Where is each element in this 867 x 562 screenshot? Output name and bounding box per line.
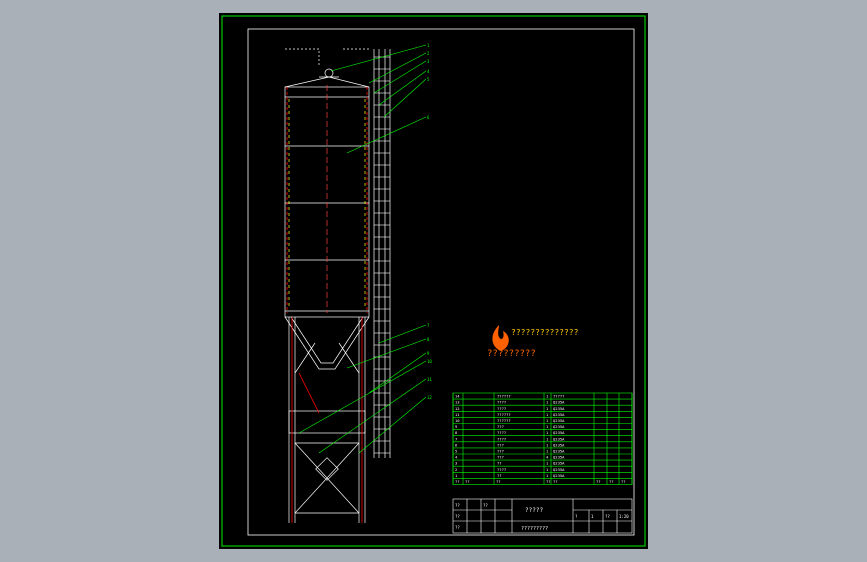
bom-row-no: 8	[455, 430, 458, 435]
drawing-title: ?????	[525, 507, 543, 514]
silo-elevation	[284, 48, 391, 523]
bom-row-name: ??????	[497, 412, 511, 417]
bom-header-cell: ??	[496, 479, 501, 484]
bom-row-material: Q235A	[553, 418, 565, 423]
part-balloon: 6	[427, 115, 430, 120]
bom-row-qty: 1	[546, 430, 549, 435]
bom-row-name: ??	[497, 461, 502, 466]
bom-row-qty: 1	[546, 418, 549, 423]
scale-label: ??	[605, 514, 610, 519]
bom-row-no: 4	[455, 455, 458, 460]
bom-row-no: 11	[455, 412, 460, 417]
part-balloon: 11	[427, 377, 432, 382]
bom-row-qty: 1	[546, 436, 549, 441]
bom-row-name: ????	[497, 436, 506, 441]
logo-text: ??????????????	[511, 328, 579, 337]
part-balloon: 4	[427, 69, 430, 74]
part-balloon: 10	[427, 359, 432, 364]
company-name: ?????????	[521, 526, 548, 532]
bom-row-no: 3	[455, 461, 457, 466]
bom-row-no: 1	[455, 473, 458, 478]
bom-header-cell: ??	[621, 479, 626, 484]
drawing-sheet: 1 2 3 4 5 6 7 8 9 10 11 12 ?????????????? ?????????…	[219, 13, 648, 549]
bom-row-material: Q235A	[553, 449, 565, 454]
bom-row-name: ????	[497, 467, 506, 472]
leader-lines	[298, 44, 427, 454]
bom-header-cell: ??	[455, 479, 460, 484]
part-balloon: 5	[427, 77, 430, 82]
bom-row-material: Q235A	[553, 400, 565, 405]
bom-header-cell: ??	[553, 479, 558, 484]
part-balloon: 7	[427, 323, 430, 328]
bom-row-qty: 1	[546, 449, 549, 454]
bom-row-no: 13	[455, 400, 460, 405]
bom-row-no: 10	[455, 418, 460, 423]
bom-row-material: ?????	[553, 394, 564, 399]
bom-row-name: ????	[497, 400, 506, 405]
bom-row-material: Q235A	[553, 467, 565, 472]
ladder-rungs	[374, 56, 390, 454]
part-balloon: 3	[427, 59, 430, 64]
bom-row-name: ???	[497, 442, 504, 447]
bom-row-material: Q235A	[553, 473, 565, 478]
bom-row-name: ????	[497, 430, 506, 435]
bom-table: 14?????? 1 ?????13???? 1 Q235A12???? 1 Q235A11…	[452, 392, 633, 485]
drawn-by-label: ??	[455, 503, 460, 508]
bom-row-qty: 1	[546, 412, 549, 417]
part-balloon: 9	[427, 351, 430, 356]
bom-row-material: Q235A	[553, 442, 565, 447]
bom-row-no: 14	[455, 394, 460, 399]
sheet-label: ?	[575, 514, 578, 519]
bom-row-material: Q235A	[553, 461, 565, 466]
bom-row-no: 9	[455, 424, 458, 429]
sheet-number: 1	[591, 514, 594, 519]
bom-header-cell: ??	[546, 479, 551, 484]
bom-row-no: 2	[455, 467, 457, 472]
bom-row-name: ??????	[497, 418, 511, 423]
bom-row-name: ??????	[497, 394, 511, 399]
bom-row-no: 7	[455, 436, 457, 441]
bom-row-no: 5	[455, 449, 457, 454]
bom-header-cell: ??	[465, 479, 470, 484]
bom-row-material: Q235A	[553, 406, 565, 411]
bom-row-material: Q235A	[553, 412, 565, 417]
bom-row-material: Q235A	[553, 430, 565, 435]
bom-row-qty: 1	[546, 400, 549, 405]
bom-row-name: ???	[497, 424, 504, 429]
bom-row-qty: 1	[546, 406, 549, 411]
flame-logo-icon	[492, 325, 509, 351]
hidden-lines	[288, 85, 366, 313]
checked-by-label: ??	[455, 514, 460, 519]
bom-row-no: 6	[455, 442, 458, 447]
bom-header-cell: ??	[609, 479, 614, 484]
bom-row-qty: 1	[546, 394, 549, 399]
part-balloon: 8	[427, 337, 430, 342]
scale-value: 1:20	[619, 514, 629, 519]
part-balloon: 2	[427, 51, 430, 56]
bom-row-material: Q235A	[553, 455, 565, 460]
logo-subtitle: ?????????	[487, 349, 536, 359]
bom-row-name: ???	[497, 455, 504, 460]
bom-row-qty: 4	[546, 455, 549, 460]
bom-row-material: Q235A	[553, 436, 565, 441]
bom-header-cell: ??	[596, 479, 601, 484]
bom-row-qty: 1	[546, 473, 549, 478]
approved-by-label: ??	[455, 525, 460, 530]
inner-border	[247, 28, 635, 536]
part-balloon: 1	[427, 43, 430, 48]
bom-row-qty: 1	[546, 424, 549, 429]
cad-drawing: 123456789101112 ?????????????? ?????????…	[221, 15, 646, 547]
bom-row-qty: 1	[546, 467, 549, 472]
part-balloon: 12	[427, 395, 432, 400]
balloon-labels: 123456789101112	[427, 43, 432, 400]
bom-row-no: 12	[455, 406, 460, 411]
bom-row-qty: 1	[546, 442, 549, 447]
date-label: ??	[483, 503, 488, 508]
bom-row-name: ????	[497, 406, 506, 411]
bom-row-name: ???	[497, 449, 504, 454]
bom-row-material: Q235A	[553, 424, 565, 429]
bom-row-name: ??	[497, 473, 502, 478]
logo: ?????????????? ?????????	[487, 325, 579, 359]
bom-row-qty: 1	[546, 461, 549, 466]
